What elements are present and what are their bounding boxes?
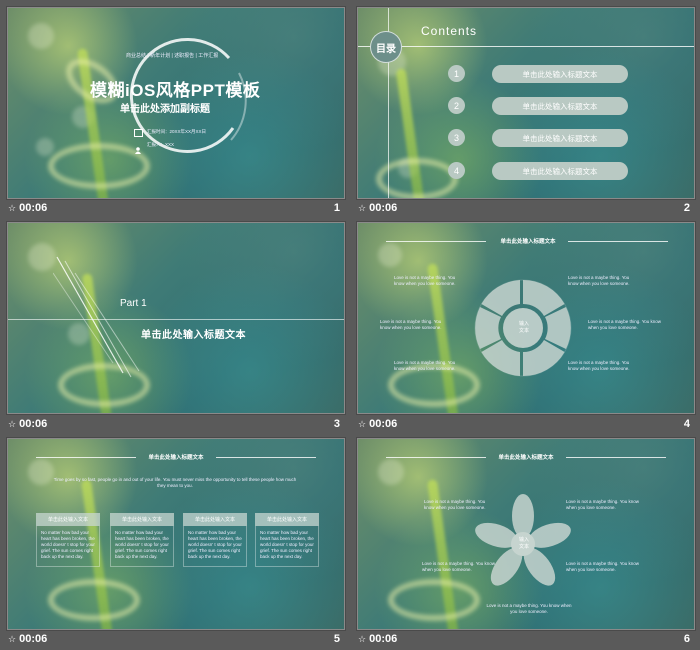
slide-time: 00:06 bbox=[369, 633, 398, 645]
report-date: 汇报时间：20XX年XX月XX日 bbox=[147, 129, 207, 134]
slide-title: 单击此处输入标题文本 bbox=[500, 239, 556, 245]
bokeh-light bbox=[28, 23, 54, 49]
toc-label: 单击此处输入标题文本 bbox=[492, 129, 628, 147]
timing-star-icon: ☆ bbox=[358, 202, 367, 213]
toc-label: 单击此处输入标题文本 bbox=[492, 65, 628, 83]
slide-number: 5 bbox=[333, 633, 340, 645]
person-icon bbox=[135, 141, 141, 154]
card-body: No matter how bad your heart has been br… bbox=[41, 530, 95, 559]
part-label: Part 1 bbox=[120, 298, 147, 309]
slide-number: 4 bbox=[683, 418, 690, 430]
toc-number: 4 bbox=[448, 162, 465, 179]
slide-footer-6: ☆ 00:06 6 bbox=[356, 630, 694, 650]
text-block: Love is not a maybe thing. You know when… bbox=[380, 319, 442, 330]
plant-leaf bbox=[388, 579, 480, 621]
diagram-center-label: 输入 文本 bbox=[518, 537, 529, 550]
slide-thumbnail-1[interactable]: 商业总结 | 新年计划 | 述职报告 | 工作汇报 模糊iOS风格PPT模板 单… bbox=[7, 7, 345, 199]
toc-number: 2 bbox=[448, 97, 465, 114]
slide-footer-1: ☆ 00:06 1 bbox=[6, 199, 344, 219]
title-rule-right bbox=[566, 457, 666, 458]
timing-star-icon: ☆ bbox=[358, 418, 367, 429]
timing-star-icon: ☆ bbox=[8, 418, 17, 429]
toc-number: 3 bbox=[448, 129, 465, 146]
slide-thumbnail-2[interactable]: 目录 Contents 1 单击此处输入标题文本 2 单击此处输入标题文本 3 … bbox=[357, 7, 695, 199]
divider-line bbox=[8, 319, 344, 320]
slide-number: 1 bbox=[333, 202, 340, 214]
slide-subtitle: 单击此处添加副标题 bbox=[120, 104, 210, 115]
text-block: Love is not a maybe thing. You know when… bbox=[588, 319, 662, 330]
slide-thumbnail-6[interactable]: 单击此处输入标题文本 输入 文本 Love is not a maybe thi… bbox=[357, 438, 695, 630]
tags-line: 商业总结 | 新年计划 | 述职报告 | 工作汇报 bbox=[126, 53, 219, 59]
slash-lines-decoration bbox=[53, 256, 140, 378]
bokeh-light bbox=[378, 459, 404, 485]
bokeh-light bbox=[28, 459, 54, 485]
text-block: Love is not a maybe thing. You know when… bbox=[394, 360, 456, 371]
slide-time: 00:06 bbox=[19, 418, 48, 430]
title-rule-right bbox=[216, 457, 316, 458]
slide-thumbnail-5[interactable]: 单击此处输入标题文本 Time goes by so fast, people … bbox=[7, 438, 345, 630]
title-rule-right bbox=[568, 241, 668, 242]
text-block: Love is not a maybe thing. You know when… bbox=[486, 603, 572, 614]
slide-time: 00:06 bbox=[19, 633, 48, 645]
card-header: 单击此处输入文本 bbox=[255, 513, 319, 526]
section-title: 单击此处输入标题文本 bbox=[141, 330, 246, 341]
title-rule-left bbox=[386, 457, 486, 458]
toc-label: 单击此处输入标题文本 bbox=[492, 97, 628, 115]
slide-footer-2: ☆ 00:06 2 bbox=[356, 199, 694, 219]
toc-badge: 目录 bbox=[370, 31, 402, 63]
toc-label: 单击此处输入标题文本 bbox=[492, 162, 628, 180]
text-block: Love is not a maybe thing. You know when… bbox=[394, 275, 456, 286]
card-body: No matter how bad your heart has been br… bbox=[188, 530, 242, 559]
plant-leaf bbox=[48, 579, 140, 621]
text-block: Love is not a maybe thing. You know when… bbox=[566, 561, 640, 572]
toc-number: 1 bbox=[448, 65, 465, 82]
slide-thumbnail-4[interactable]: 单击此处输入标题文本 输入 文本 Love is not a maybe thi… bbox=[357, 222, 695, 414]
bokeh-light bbox=[378, 243, 402, 267]
text-block: Love is not a maybe thing. You know when… bbox=[424, 499, 486, 510]
slide-footer-3: ☆ 00:06 3 bbox=[6, 415, 344, 435]
title-rule-left bbox=[386, 241, 486, 242]
slide-title: 单击此处输入标题文本 bbox=[498, 455, 554, 461]
slide-number: 2 bbox=[683, 202, 690, 214]
bokeh-light bbox=[28, 243, 56, 271]
text-block: Love is not a maybe thing. You know when… bbox=[566, 499, 640, 510]
card-header: 单击此处输入文本 bbox=[183, 513, 247, 526]
card-body: No matter how bad your heart has been br… bbox=[260, 530, 314, 559]
intro-text: Time goes by so fast, people go in and o… bbox=[53, 477, 297, 488]
slide-thumbnail-3[interactable]: Part 1 单击此处输入标题文本 bbox=[7, 222, 345, 414]
card-body: No matter how bad your heart has been br… bbox=[115, 530, 169, 559]
slide-time: 00:06 bbox=[19, 202, 48, 214]
timing-star-icon: ☆ bbox=[8, 633, 17, 644]
timing-star-icon: ☆ bbox=[358, 633, 367, 644]
text-card: 单击此处输入文本 No matter how bad your heart ha… bbox=[110, 513, 174, 567]
contents-heading: Contents bbox=[421, 24, 478, 38]
text-block: Love is not a maybe thing. You know when… bbox=[422, 561, 496, 572]
slide-footer-5: ☆ 00:06 5 bbox=[6, 630, 344, 650]
calendar-icon bbox=[134, 129, 143, 137]
text-card: 单击此处输入文本 No matter how bad your heart ha… bbox=[255, 513, 319, 567]
slide-title: 单击此处输入标题文本 bbox=[148, 455, 204, 461]
title-rule-left bbox=[36, 457, 136, 458]
text-card: 单击此处输入文本 No matter how bad your heart ha… bbox=[183, 513, 247, 567]
text-card: 单击此处输入文本 No matter how bad your heart ha… bbox=[36, 513, 100, 567]
text-block: Love is not a maybe thing. You know when… bbox=[568, 360, 630, 371]
divider-line bbox=[358, 46, 694, 47]
slide-number: 6 bbox=[683, 633, 690, 645]
slide-time: 00:06 bbox=[369, 202, 398, 214]
card-header: 单击此处输入文本 bbox=[110, 513, 174, 526]
slide-footer-4: ☆ 00:06 4 bbox=[356, 415, 694, 435]
card-header: 单击此处输入文本 bbox=[36, 513, 100, 526]
slide-number: 3 bbox=[333, 418, 340, 430]
text-block: Love is not a maybe thing. You know when… bbox=[568, 275, 630, 286]
slide-title: 模糊iOS风格PPT模板 bbox=[90, 81, 261, 100]
reporter: 汇报人：XXX bbox=[147, 142, 175, 147]
timing-star-icon: ☆ bbox=[8, 202, 17, 213]
slide-time: 00:06 bbox=[369, 418, 398, 430]
bokeh-light bbox=[36, 138, 54, 156]
diagram-center-label: 输入 文本 bbox=[518, 321, 529, 334]
